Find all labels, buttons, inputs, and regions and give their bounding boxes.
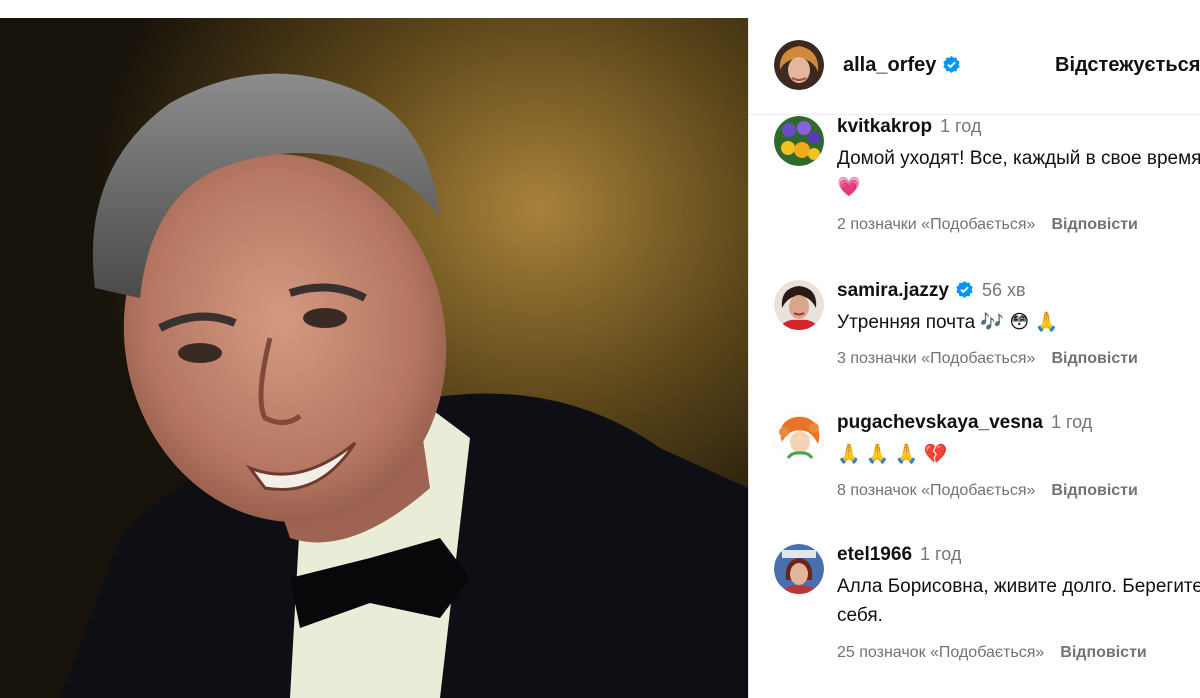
comment-header: etel1966 1 год xyxy=(837,544,961,566)
comment-header: pugachevskaya_vesna 1 год xyxy=(837,412,1092,434)
comment-actions: 8 позначок «Подобається» Відповісти xyxy=(837,482,1138,500)
comment-username[interactable]: etel1966 xyxy=(837,544,912,565)
comment-username[interactable]: pugachevskaya_vesna xyxy=(837,412,1043,433)
comment-like-count[interactable]: 8 позначок «Подобається» xyxy=(837,482,1035,499)
reply-button[interactable]: Відповісти xyxy=(1051,216,1137,233)
author-username[interactable]: alla_orfey xyxy=(843,54,961,77)
commenter-avatar[interactable] xyxy=(774,412,824,462)
comment-text: 🙏 🙏 🙏 💔 xyxy=(837,444,948,465)
comment-header: kvitkakrop 1 год xyxy=(837,116,981,138)
commenter-avatar[interactable] xyxy=(774,280,824,330)
comment-timestamp[interactable]: 56 хв xyxy=(982,280,1026,300)
comment-text: Утренняя почта 🎶 😳 🙏 xyxy=(837,312,1059,333)
comment-actions: 3 позначки «Подобається» Відповісти xyxy=(837,350,1138,368)
comment-text: Домой уходят! Все, каждый в свое время 💗 xyxy=(837,148,1200,198)
post-header: alla_orfey Відстежується xyxy=(749,18,1200,115)
following-button[interactable]: Відстежується xyxy=(1055,54,1200,77)
comment-like-count[interactable]: 2 позначки «Подобається» xyxy=(837,216,1035,233)
author-username-text[interactable]: alla_orfey xyxy=(843,54,936,76)
verified-badge-icon xyxy=(943,55,961,74)
comment-item: etel1966 1 год Алла Борисовна, живите дол… xyxy=(749,544,1200,674)
comment-username[interactable]: kvitkakrop xyxy=(837,116,932,137)
commenter-avatar[interactable] xyxy=(774,544,824,594)
verified-badge-icon xyxy=(956,280,973,299)
comment-actions: 2 позначки «Подобається» Відповісти xyxy=(837,216,1138,234)
reply-button[interactable]: Відповісти xyxy=(1051,350,1137,367)
reply-button[interactable]: Відповісти xyxy=(1060,644,1146,661)
comment-timestamp[interactable]: 1 год xyxy=(940,116,981,136)
comment-item: pugachevskaya_vesna 1 год 🙏 🙏 🙏 💔 8 позна… xyxy=(749,412,1200,512)
comment-like-count[interactable]: 3 позначки «Подобається» xyxy=(837,350,1035,367)
reply-button[interactable]: Відповісти xyxy=(1051,482,1137,499)
author-avatar[interactable] xyxy=(774,40,824,90)
comment-timestamp[interactable]: 1 год xyxy=(920,544,961,564)
comment-item: kvitkakrop 1 год Домой уходят! Все, кажды… xyxy=(749,116,1200,246)
comment-header: samira.jazzy 56 хв xyxy=(837,280,1026,302)
commenter-avatar[interactable] xyxy=(774,116,824,166)
comment-actions: 25 позначок «Подобається» Відповісти xyxy=(837,644,1147,662)
comment-timestamp[interactable]: 1 год xyxy=(1051,412,1092,432)
comments-panel: alla_orfey Відстежується kvitkakrop 1 год… xyxy=(748,18,1200,698)
portrait-illustration xyxy=(0,18,748,698)
comment-text: Алла Борисовна, живите долго. Берегите с… xyxy=(837,576,1200,626)
comment-username[interactable]: samira.jazzy xyxy=(837,280,949,301)
post-photo xyxy=(0,18,748,698)
comment-like-count[interactable]: 25 позначок «Подобається» xyxy=(837,644,1044,661)
comment-item: samira.jazzy 56 хв Утренняя почта 🎶 😳 🙏 3… xyxy=(749,280,1200,380)
